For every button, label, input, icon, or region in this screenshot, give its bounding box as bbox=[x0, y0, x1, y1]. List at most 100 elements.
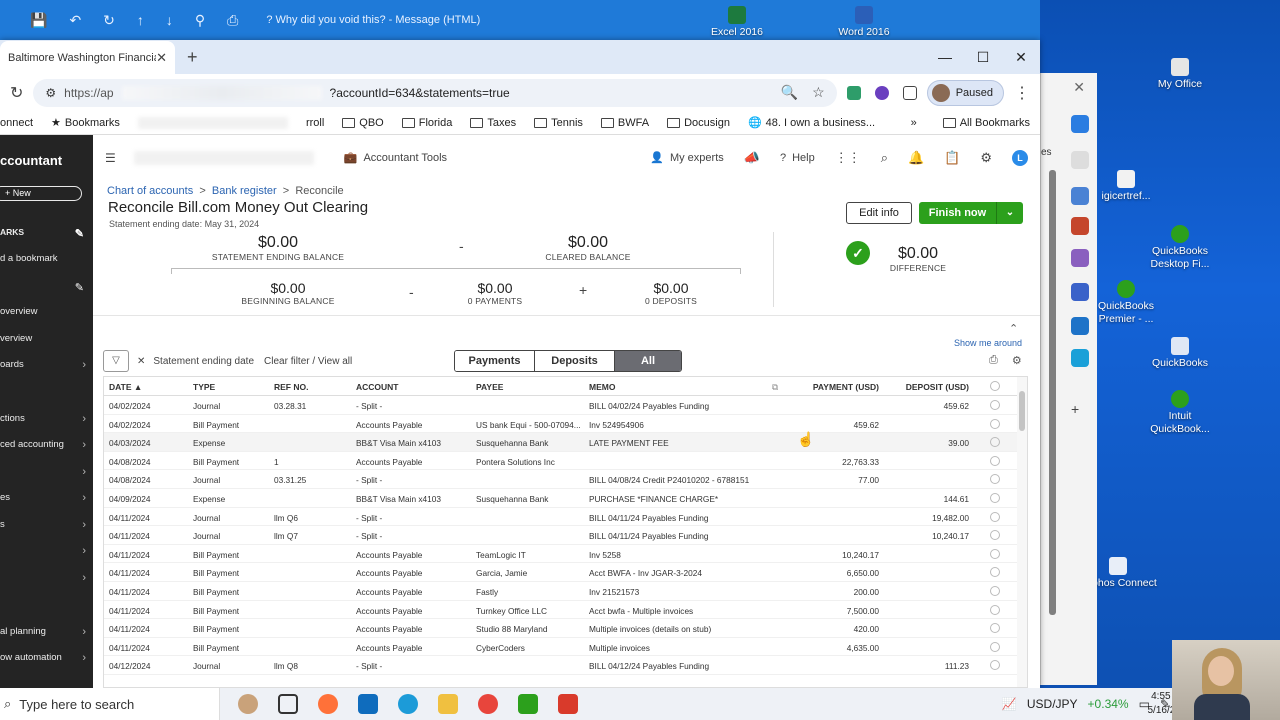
clear-checkbox[interactable] bbox=[990, 400, 1000, 410]
column-deposit[interactable]: DEPOSIT (USD) bbox=[906, 382, 969, 392]
table-row[interactable]: 04/11/2024 Bill Payment Accounts Payable Tu… bbox=[104, 601, 1027, 620]
puzzle-icon[interactable] bbox=[902, 85, 917, 100]
select-all-checkbox[interactable] bbox=[990, 381, 1000, 391]
table-row[interactable]: 04/08/2024 Bill Payment 1 Accounts Payable P… bbox=[104, 452, 1027, 471]
nav-item[interactable]: al planning › bbox=[0, 626, 92, 638]
games-icon[interactable] bbox=[1071, 249, 1089, 267]
minimize-icon[interactable]: — bbox=[926, 40, 964, 74]
desktop-icon-intuit-quickbooks[interactable]: Intuit QuickBook... bbox=[1140, 390, 1220, 436]
chrome-icon[interactable] bbox=[478, 694, 498, 714]
site-info-icon[interactable]: ⚙ bbox=[45, 86, 56, 100]
bell-icon[interactable]: 🔔 bbox=[908, 150, 924, 166]
table-row[interactable]: 04/11/2024 Bill Payment Accounts Payable Ga… bbox=[104, 563, 1027, 582]
table-row[interactable]: 04/11/2024 Bill Payment Accounts Payable St… bbox=[104, 619, 1027, 638]
url-input[interactable]: ⚙ https://ap ?accountId=634&statements=t… bbox=[33, 78, 837, 107]
word-shortcut[interactable]: Word 2016 bbox=[824, 6, 904, 39]
chart-icon[interactable]: 📈 bbox=[1002, 697, 1017, 711]
chevron-down-icon[interactable]: ⌄ bbox=[997, 202, 1023, 224]
nav-item[interactable]: ced accounting › bbox=[0, 439, 92, 451]
chevron-up-icon[interactable]: ⌃ bbox=[1009, 322, 1018, 335]
new-tab-icon[interactable]: + bbox=[187, 47, 198, 68]
bookmark-folder-docusign[interactable]: Docusign bbox=[667, 117, 730, 129]
clear-checkbox[interactable] bbox=[990, 511, 1000, 522]
clear-checkbox[interactable] bbox=[990, 567, 1000, 578]
bookmarks-menu[interactable]: ★ Bookmarks bbox=[51, 116, 120, 130]
tab-active[interactable]: Baltimore Washington Financial ✕ bbox=[0, 41, 175, 75]
outlook-icon[interactable] bbox=[358, 694, 378, 714]
bookmark-folder-taxes[interactable]: Taxes bbox=[470, 117, 516, 129]
my-experts[interactable]: 👤 My experts bbox=[650, 151, 724, 165]
nav-item[interactable]: ctions › bbox=[0, 413, 92, 425]
tab-deposits[interactable]: Deposits bbox=[535, 351, 615, 371]
pencil-icon[interactable]: ✎ bbox=[75, 281, 84, 294]
help-button[interactable]: ? Help bbox=[780, 152, 815, 164]
profile-button[interactable]: Paused bbox=[926, 79, 1004, 106]
send-icon[interactable] bbox=[1071, 349, 1089, 367]
bookmark-business[interactable]: 🌐 48. I own a business... bbox=[748, 116, 875, 130]
table-row[interactable]: 04/11/2024 Bill Payment Accounts Payable Cy… bbox=[104, 638, 1027, 657]
app-icon[interactable] bbox=[558, 694, 578, 714]
table-row[interactable]: 04/11/2024 Bill Payment Accounts Payable Fa… bbox=[104, 582, 1027, 601]
column-payee[interactable]: PAYEE bbox=[476, 382, 503, 392]
bookmark-folder-qbo[interactable]: QBO bbox=[342, 117, 384, 129]
hamburger-icon[interactable]: ☰ bbox=[105, 151, 116, 165]
table-row[interactable]: 04/11/2024 Bill Payment Accounts Payable Te… bbox=[104, 545, 1027, 564]
table-row[interactable]: 04/03/2024 Expense BB&T Visa Main x4103 Sus… bbox=[104, 433, 1027, 452]
star-icon[interactable]: ☆ bbox=[812, 84, 825, 101]
pencil-icon[interactable]: ✎ bbox=[75, 227, 84, 240]
tab-payments[interactable]: Payments bbox=[455, 351, 535, 371]
desktop-icon-my-office[interactable]: My Office bbox=[1140, 58, 1220, 91]
close-window-icon[interactable]: ✕ bbox=[1002, 40, 1040, 74]
close-icon[interactable]: ✕ bbox=[1073, 79, 1085, 96]
scrollbar-thumb[interactable] bbox=[1019, 391, 1025, 431]
copilot-icon[interactable] bbox=[1071, 115, 1089, 133]
breadcrumb-chart-of-accounts[interactable]: Chart of accounts bbox=[107, 185, 193, 197]
clear-checkbox[interactable] bbox=[990, 455, 1000, 466]
search-icon[interactable]: ⌕ bbox=[881, 150, 888, 166]
add-icon[interactable]: + bbox=[1071, 401, 1089, 419]
clear-checkbox[interactable] bbox=[990, 530, 1000, 541]
edit-info-button[interactable]: Edit info bbox=[846, 202, 912, 224]
bookmark-item[interactable]: rroll bbox=[306, 117, 324, 129]
filter-icon[interactable]: ▽ bbox=[103, 350, 129, 372]
gear-icon[interactable]: ⚙ bbox=[1012, 354, 1022, 367]
nav-item[interactable]: verview bbox=[0, 333, 92, 344]
clear-checkbox[interactable] bbox=[990, 474, 1000, 485]
accountant-tools[interactable]: 💼 Accountant Tools bbox=[344, 151, 447, 165]
column-payment[interactable]: PAYMENT (USD) bbox=[813, 382, 879, 392]
undo-icon[interactable]: ↶ bbox=[69, 12, 81, 29]
taskbar-search[interactable]: ⌕ Type here to search bbox=[0, 688, 220, 720]
nav-item[interactable]: oards › bbox=[0, 359, 92, 371]
megaphone-icon[interactable]: 📣 bbox=[744, 150, 760, 166]
maximize-icon[interactable]: ☐ bbox=[964, 40, 1002, 74]
clear-checkbox[interactable] bbox=[990, 548, 1000, 559]
cortana-icon[interactable] bbox=[238, 694, 258, 714]
extension-icon[interactable] bbox=[874, 85, 889, 100]
breadcrumb-bank-register[interactable]: Bank register bbox=[212, 185, 277, 197]
file-explorer-icon[interactable] bbox=[438, 694, 458, 714]
column-type[interactable]: TYPE bbox=[193, 382, 215, 392]
nav-item[interactable]: ow automation › bbox=[0, 652, 92, 664]
nav-item[interactable]: s › bbox=[0, 519, 92, 531]
desktop-icon-cert[interactable]: igicertref... bbox=[1086, 170, 1166, 203]
firefox-icon[interactable] bbox=[318, 694, 338, 714]
print-icon[interactable]: ⎙ bbox=[989, 354, 998, 367]
table-row[interactable]: 04/02/2024 Journal 03.28.31 - Split - BILL 0… bbox=[104, 396, 1027, 415]
clear-checkbox[interactable] bbox=[990, 604, 1000, 615]
desktop-icon-qb-desktop[interactable]: QuickBooks Desktop Fi... bbox=[1140, 225, 1220, 271]
gear-icon[interactable]: ⚙ bbox=[980, 150, 992, 166]
tag-icon[interactable] bbox=[1071, 187, 1089, 205]
redo-icon[interactable]: ↻ bbox=[103, 12, 115, 29]
columns-icon[interactable]: ⧉ bbox=[772, 382, 778, 393]
bookmark-folder-florida[interactable]: Florida bbox=[401, 117, 452, 129]
save-icon[interactable]: 💾 bbox=[30, 12, 47, 29]
quickbooks-icon[interactable] bbox=[518, 694, 538, 714]
table-row[interactable]: 04/11/2024 Journal llm Q6 - Split - BILL 04/… bbox=[104, 508, 1027, 527]
all-bookmarks[interactable]: All Bookmarks bbox=[942, 117, 1030, 129]
bookmark-folder-bwfa[interactable]: BWFA bbox=[600, 117, 649, 129]
table-row[interactable]: 04/12/2024 Journal llm Q8 - Split - BILL 04/… bbox=[104, 656, 1027, 675]
clear-checkbox[interactable] bbox=[990, 492, 1000, 503]
tab-all[interactable]: All bbox=[615, 351, 681, 371]
nav-item[interactable]: es › bbox=[0, 492, 92, 504]
clear-filter-link[interactable]: Clear filter / View all bbox=[264, 356, 352, 367]
